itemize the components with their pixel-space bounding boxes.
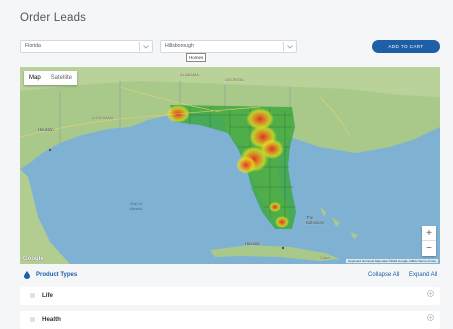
city-dot	[48, 148, 52, 152]
add-to-cart-button[interactable]: ADD TO CART	[372, 40, 440, 53]
map-label-cuba: Cuba	[320, 255, 330, 260]
google-logo: Google	[23, 256, 44, 262]
map-type-control[interactable]: Map Satellite	[24, 71, 78, 85]
expand-all-link[interactable]: Expand All	[409, 272, 437, 278]
map-canvas	[20, 67, 440, 264]
map-attribution[interactable]: Keyboard shortcuts Map data ©2022 Google…	[346, 259, 438, 263]
map-label-houston: Houston	[38, 127, 54, 132]
county-select-value: Hillsborough	[165, 43, 194, 49]
map-label-havana: Havana	[245, 241, 260, 246]
heatmap-map[interactable]: ALABAMA GEORGIA LOUISIANA Houston Gulf o…	[20, 67, 440, 264]
zoom-control[interactable]: + −	[422, 226, 436, 256]
city-dot	[281, 246, 285, 250]
product-row-life[interactable]: Life	[20, 287, 440, 305]
grip-icon	[30, 293, 35, 298]
select-divider	[283, 42, 284, 51]
homes-tooltip: Homes	[186, 53, 207, 62]
map-label-gulf: Gulf of Mexico	[129, 201, 143, 211]
chevron-down-icon	[143, 45, 149, 49]
plus-circle-icon[interactable]	[427, 314, 434, 321]
page-title: Order Leads	[20, 12, 87, 24]
zoom-out-button[interactable]: −	[422, 241, 436, 256]
product-types-header: Product Types Collapse All Expand All	[20, 271, 440, 281]
map-label-louisiana: LOUISIANA	[92, 115, 114, 120]
product-row-label: Life	[42, 292, 54, 299]
select-divider	[139, 42, 140, 51]
map-type-satellite-button[interactable]: Satellite	[46, 71, 77, 85]
heat-hotspot	[236, 156, 256, 174]
collapse-all-link[interactable]: Collapse All	[368, 272, 399, 278]
drop-icon	[24, 271, 30, 279]
product-types-title: Product Types	[36, 272, 78, 278]
grip-icon	[30, 317, 35, 322]
map-type-map-button[interactable]: Map	[24, 71, 46, 85]
map-label-alabama: ALABAMA	[180, 72, 199, 77]
state-select-value: Florida	[25, 43, 41, 49]
chevron-down-icon	[287, 45, 293, 49]
map-label-bahamas: The Bahamas	[306, 215, 324, 225]
map-label-georgia: GEORGIA	[225, 77, 244, 82]
product-row-label: Health	[42, 316, 61, 323]
state-select[interactable]: Florida	[20, 40, 153, 53]
county-select[interactable]: Hillsborough	[160, 40, 297, 53]
product-row-health[interactable]: Health	[20, 311, 440, 329]
heat-hotspot	[275, 216, 289, 228]
plus-circle-icon[interactable]	[427, 290, 434, 297]
heat-hotspot	[269, 202, 281, 212]
zoom-in-button[interactable]: +	[422, 226, 436, 241]
